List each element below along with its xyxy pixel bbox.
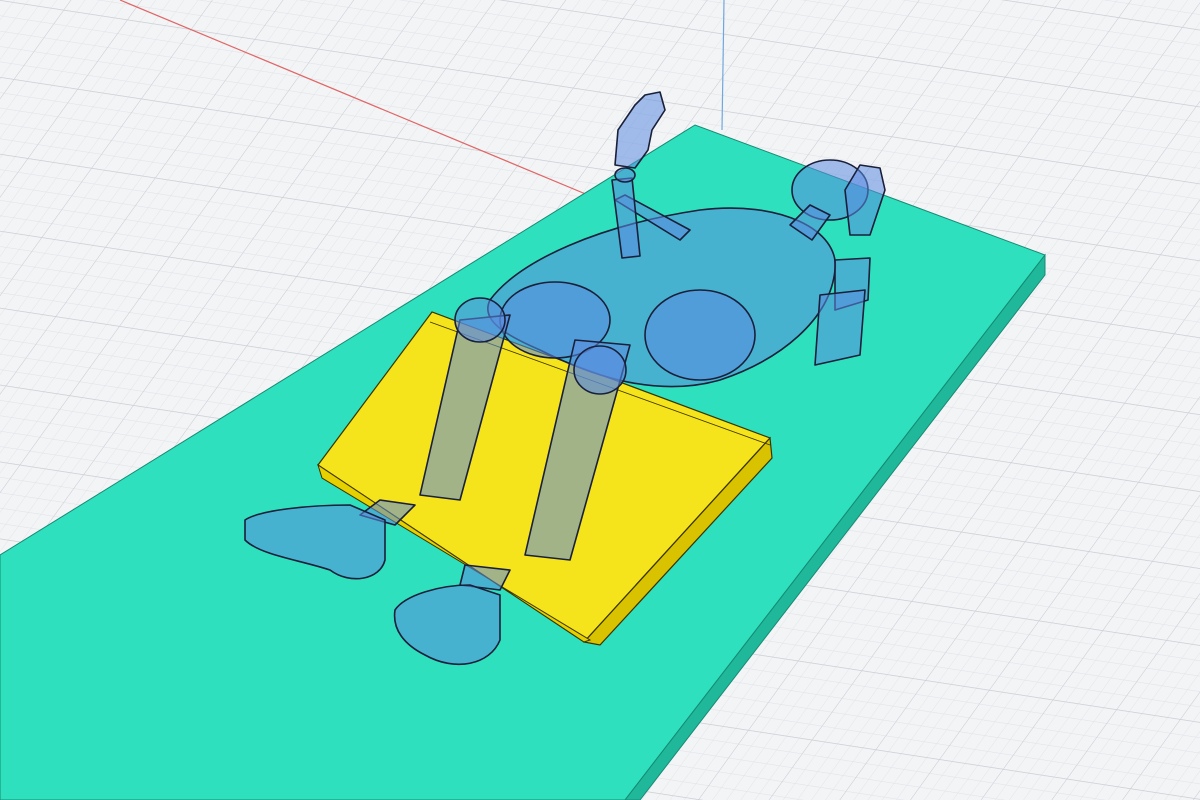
mannequin-right-forearm — [814, 289, 866, 366]
viewport-canvas[interactable] — [0, 0, 1200, 800]
3d-viewport[interactable] — [0, 0, 1200, 800]
mannequin-left-elbow — [614, 167, 636, 183]
mannequin-chest — [644, 289, 756, 381]
mannequin-left-knee — [454, 297, 506, 343]
mannequin-right-knee — [573, 345, 627, 395]
